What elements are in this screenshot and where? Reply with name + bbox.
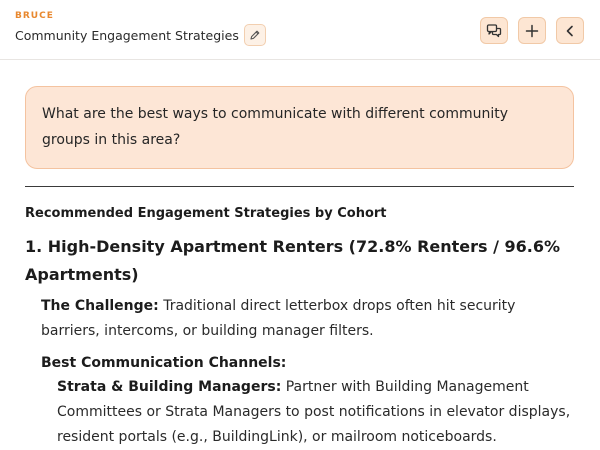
user-question-text: What are the best ways to communicate wi… [42, 106, 509, 148]
pencil-icon [250, 30, 260, 40]
challenge-label: The Challenge: [41, 298, 159, 314]
assistant-response: Recommended Engagement Strategies by Coh… [25, 203, 575, 450]
cohort-heading: 1. High-Density Apartment Renters (72.8%… [25, 237, 561, 284]
title-row: Community Engagement Strategies [15, 24, 266, 46]
collapse-panel-button[interactable] [556, 17, 584, 44]
plus-icon [525, 24, 539, 37]
edit-title-button[interactable] [243, 24, 266, 46]
response-section-title: Recommended Engagement Strategies by Coh… [25, 206, 387, 221]
channels-heading: Best Communication Channels: [41, 355, 287, 371]
divider [25, 186, 574, 187]
top-bar: BRUCE Community Engagement Strategies [0, 0, 600, 60]
conversations-button[interactable] [480, 17, 508, 44]
chat-bubbles-icon [486, 23, 502, 37]
channel-item: Strata & Building Managers: Partner with… [57, 375, 575, 450]
new-chat-button[interactable] [518, 17, 546, 44]
chevron-left-icon [566, 25, 573, 36]
channel-label: Strata & Building Managers: [57, 379, 282, 395]
brand-label: BRUCE [15, 11, 54, 21]
challenge-paragraph: The Challenge: Traditional direct letter… [41, 294, 575, 344]
user-question-bubble: What are the best ways to communicate wi… [25, 86, 574, 169]
conversation-title: Community Engagement Strategies [15, 27, 239, 43]
